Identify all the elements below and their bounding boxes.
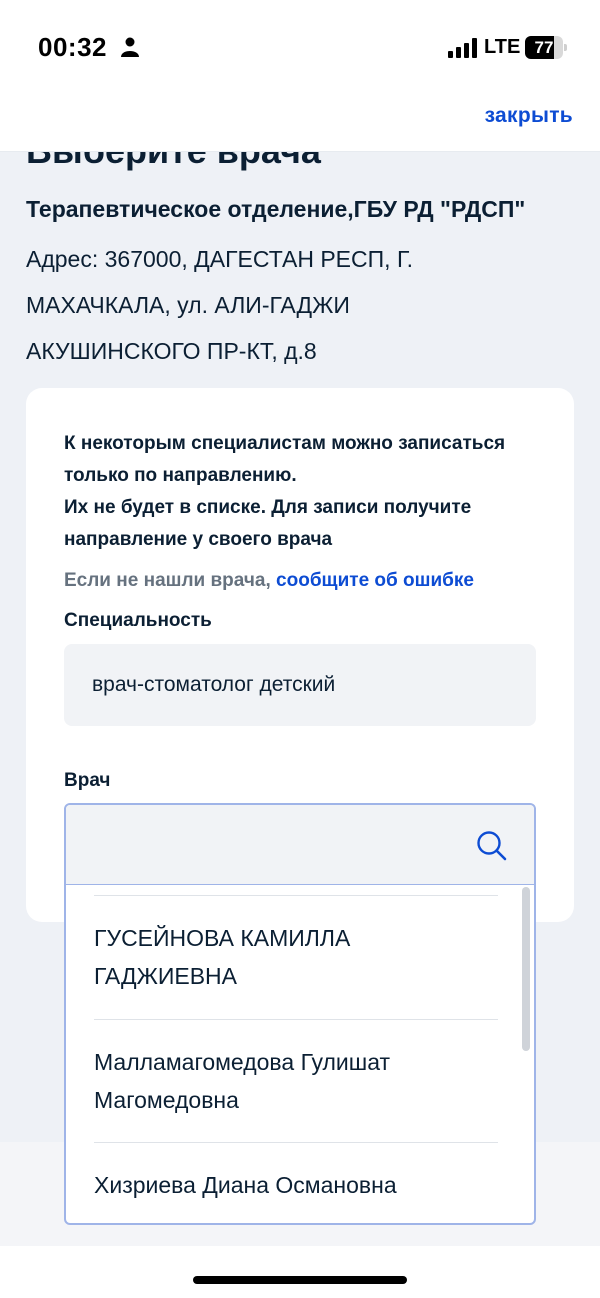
- list-divider: [94, 1019, 498, 1020]
- search-icon[interactable]: [476, 830, 508, 862]
- notice-line: К некоторым специалистам можно записатьс…: [64, 433, 506, 486]
- notice-line: Их не будет в списке. Для записи получит…: [64, 497, 472, 550]
- doctor-list: ГУСЕЙНОВА КАМИЛЛА ГАДЖИЕВНА Малламагомед…: [66, 885, 534, 1223]
- scrollbar-thumb[interactable]: [522, 887, 530, 1051]
- status-time: 00:32: [38, 32, 107, 62]
- page-title: Выберите врача: [26, 152, 321, 172]
- doctor-search-box: [66, 805, 534, 885]
- list-divider: [94, 1142, 498, 1143]
- top-bar: закрыть: [0, 96, 600, 152]
- report-error-link[interactable]: сообщите об ошибке: [276, 570, 474, 591]
- doctor-option[interactable]: ГУСЕЙНОВА КАМИЛЛА ГАДЖИЕВНА: [94, 919, 498, 995]
- doctor-label: Врач: [64, 770, 111, 791]
- doctor-option[interactable]: Малламагомедова Гулишат Магомедовна: [94, 1043, 498, 1119]
- list-divider: [94, 895, 498, 896]
- organization-name: Терапевтическое отделение,ГБУ РД "РДСП": [26, 196, 526, 222]
- report-error-line: Если не нашли врача, сообщите об ошибке: [64, 570, 554, 592]
- report-error-text: Если не нашли врача,: [64, 570, 271, 591]
- status-bar: 00:32 LTE 77: [0, 0, 600, 96]
- doctor-dropdown[interactable]: ГУСЕЙНОВА КАМИЛЛА ГАДЖИЕВНА Малламагомед…: [64, 803, 536, 1225]
- home-indicator[interactable]: [193, 1276, 407, 1284]
- person-icon: [121, 37, 139, 57]
- specialty-select[interactable]: врач-стоматолог детский: [64, 644, 536, 726]
- cellular-signal-icon: [448, 38, 477, 58]
- close-link[interactable]: закрыть: [485, 104, 573, 128]
- specialty-label: Специальность: [64, 610, 212, 631]
- referral-notice: К некоторым специалистам можно записатьс…: [64, 428, 534, 556]
- battery-level: 77: [534, 38, 554, 57]
- organization-address: Адрес: 367000, ДАГЕСТАН РЕСП, Г. МАХАЧКА…: [26, 246, 413, 364]
- doctor-option[interactable]: Хизриева Диана Османовна: [94, 1166, 498, 1204]
- battery-icon: 77: [525, 36, 567, 59]
- network-type: LTE: [484, 36, 521, 58]
- doctor-search-input[interactable]: [66, 805, 466, 885]
- dropdown-scrollbar[interactable]: [522, 887, 530, 1223]
